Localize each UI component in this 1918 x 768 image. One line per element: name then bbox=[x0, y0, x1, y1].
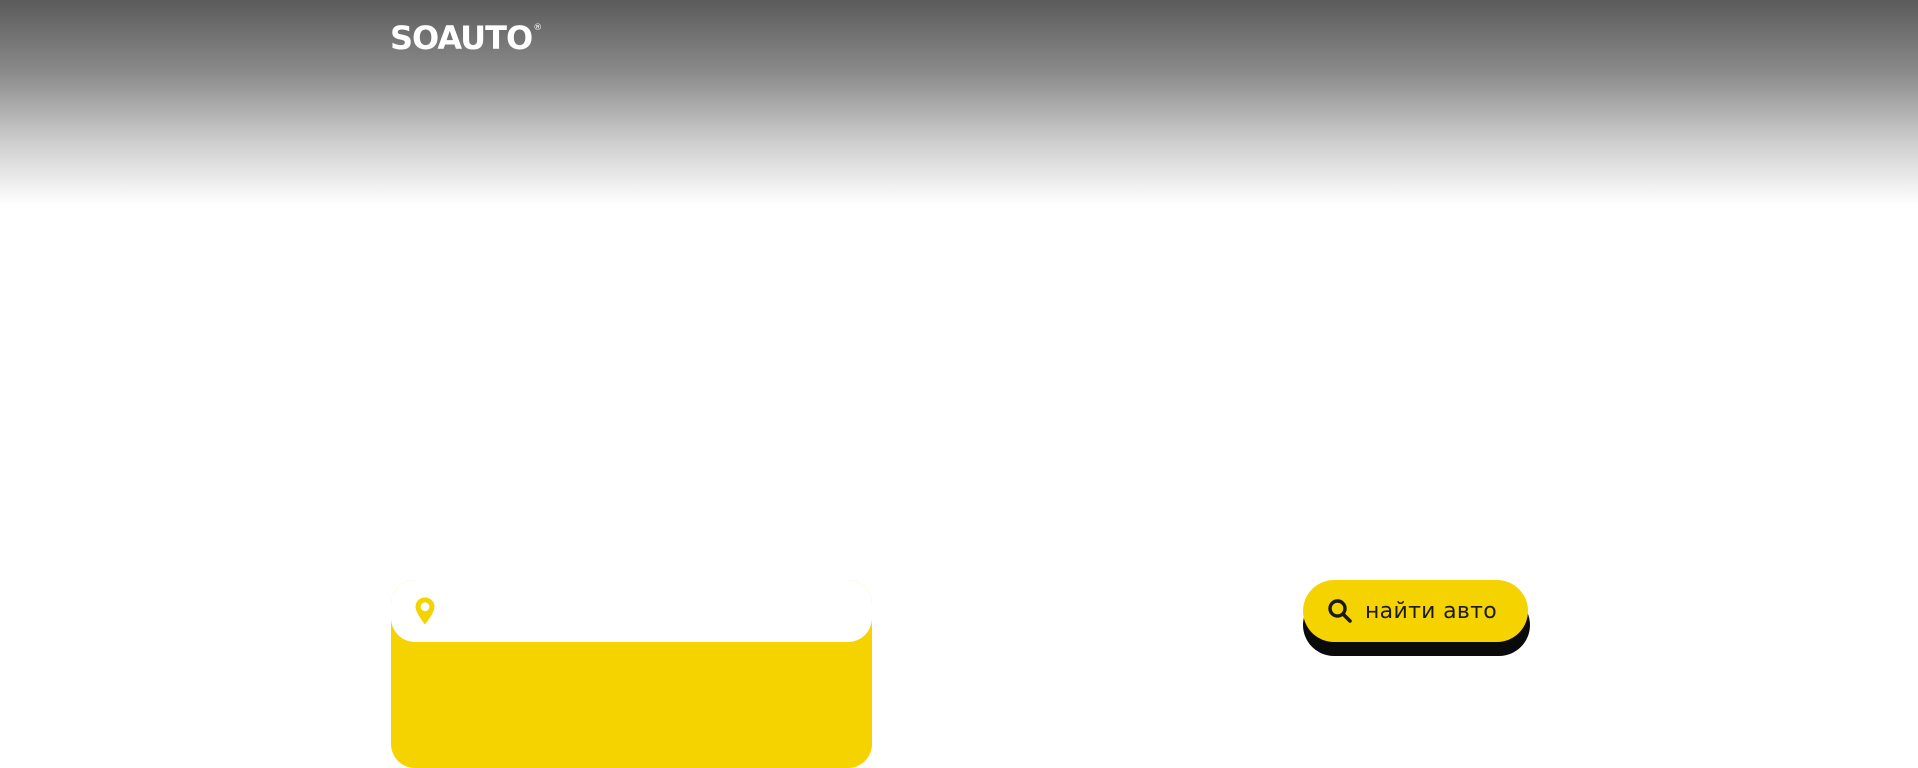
site-logo[interactable]: SOAUTO ® bbox=[390, 18, 542, 58]
location-pin-icon bbox=[415, 597, 435, 625]
search-icon bbox=[1328, 599, 1352, 623]
find-car-label: найти авто bbox=[1365, 598, 1497, 624]
registered-mark: ® bbox=[533, 23, 542, 33]
page: SOAUTO ® найти авто bbox=[0, 0, 1918, 768]
location-panel bbox=[391, 580, 872, 768]
location-input[interactable] bbox=[451, 599, 855, 623]
find-car-button-wrap: найти авто bbox=[1303, 580, 1530, 656]
logo-text: SOAUTO bbox=[390, 19, 533, 57]
location-field[interactable] bbox=[391, 580, 872, 642]
hero-gradient bbox=[0, 0, 1918, 205]
find-car-button[interactable]: найти авто bbox=[1303, 580, 1528, 642]
